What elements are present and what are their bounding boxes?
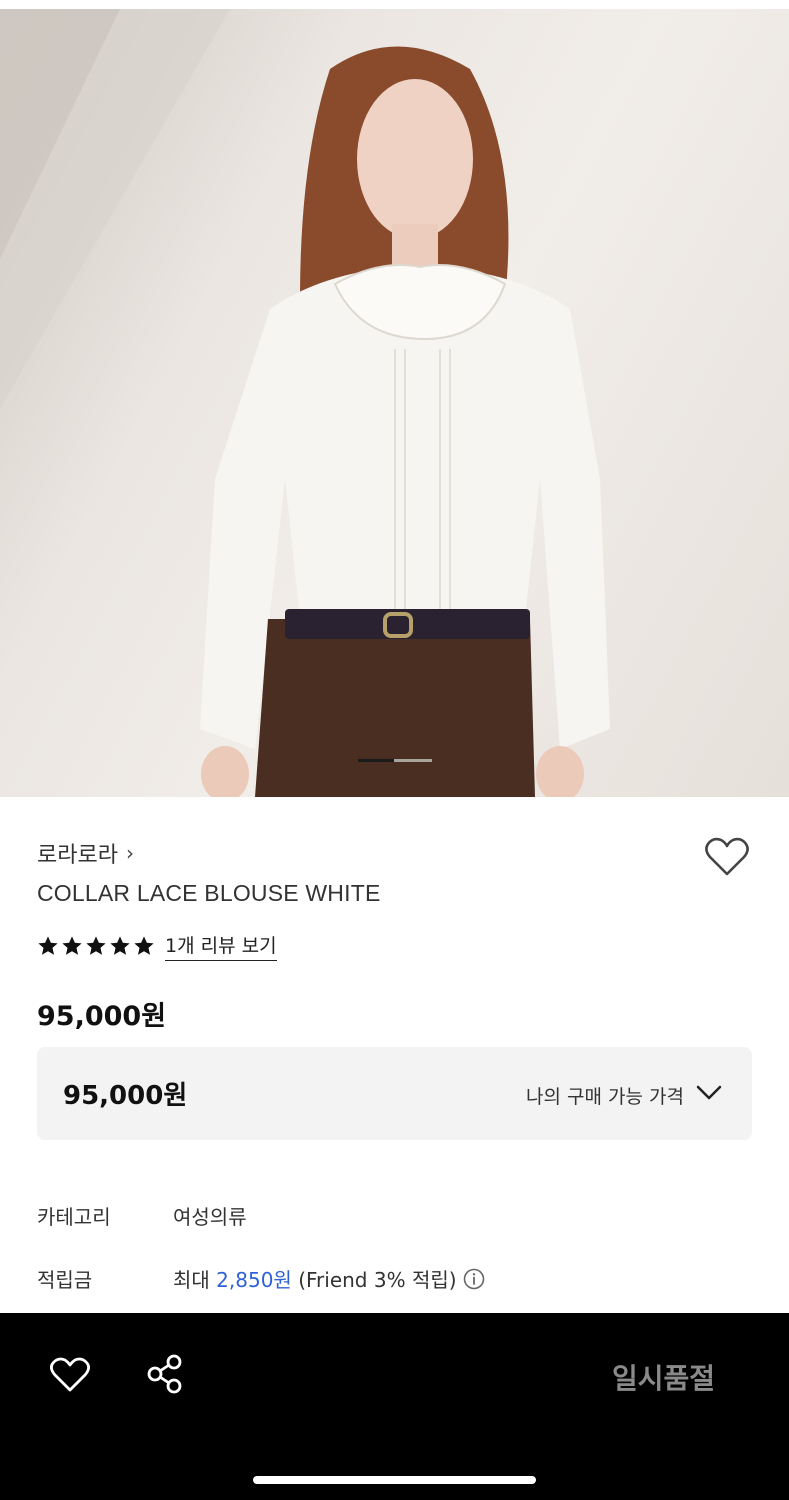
info-icon[interactable] <box>463 1268 485 1290</box>
star-icon <box>86 936 106 955</box>
points-label: 적립금 <box>37 1268 93 1292</box>
my-price-amount: 95,000원 <box>63 1081 188 1111</box>
home-indicator <box>253 1476 536 1484</box>
share-button[interactable] <box>145 1353 185 1395</box>
favorite-button[interactable] <box>704 835 750 879</box>
wishlist-button[interactable] <box>50 1357 90 1393</box>
my-price-label: 나의 구매 가능 가격 <box>526 1086 684 1108</box>
product-image[interactable] <box>0 9 789 797</box>
chevron-down-icon <box>696 1085 722 1100</box>
star-icon <box>134 936 154 955</box>
rating-stars <box>37 935 155 957</box>
bottom-action-bar: 일시품절 <box>0 1313 789 1500</box>
heart-outline-icon <box>50 1357 90 1392</box>
points-amount: 2,850원 <box>216 1268 292 1292</box>
product-photo <box>0 9 610 797</box>
carousel-indicator-track <box>394 759 432 762</box>
carousel-indicator-active <box>358 759 394 762</box>
star-icon <box>38 936 58 955</box>
category-label: 카테고리 <box>37 1205 111 1229</box>
star-icon <box>110 936 130 955</box>
category-value: 여성의류 <box>173 1205 247 1229</box>
my-price-dropdown[interactable]: 95,000원 나의 구매 가능 가격 <box>37 1047 752 1140</box>
brand-link[interactable]: 로라로라 › <box>37 837 134 869</box>
rating: 1개 리뷰 보기 <box>37 931 277 961</box>
share-icon <box>147 1354 182 1394</box>
points-suffix: (Friend 3% 적립) <box>298 1268 457 1292</box>
points-row: 적립금 최대 2,850원 (Friend 3% 적립) <box>37 1264 485 1293</box>
heart-outline-icon <box>705 837 749 876</box>
sold-out-button[interactable]: 일시품절 <box>612 1357 715 1397</box>
product-price: 95,000원 <box>37 1001 167 1032</box>
brand-name: 로라로라 <box>37 843 118 868</box>
star-icon <box>62 936 82 955</box>
chevron-right-icon: › <box>125 841 134 865</box>
review-link[interactable]: 1개 리뷰 보기 <box>165 931 277 961</box>
points-prefix: 최대 <box>173 1268 210 1292</box>
category-row: 카테고리 여성의류 <box>37 1201 247 1230</box>
product-name: COLLAR LACE BLOUSE WHITE <box>37 880 381 906</box>
